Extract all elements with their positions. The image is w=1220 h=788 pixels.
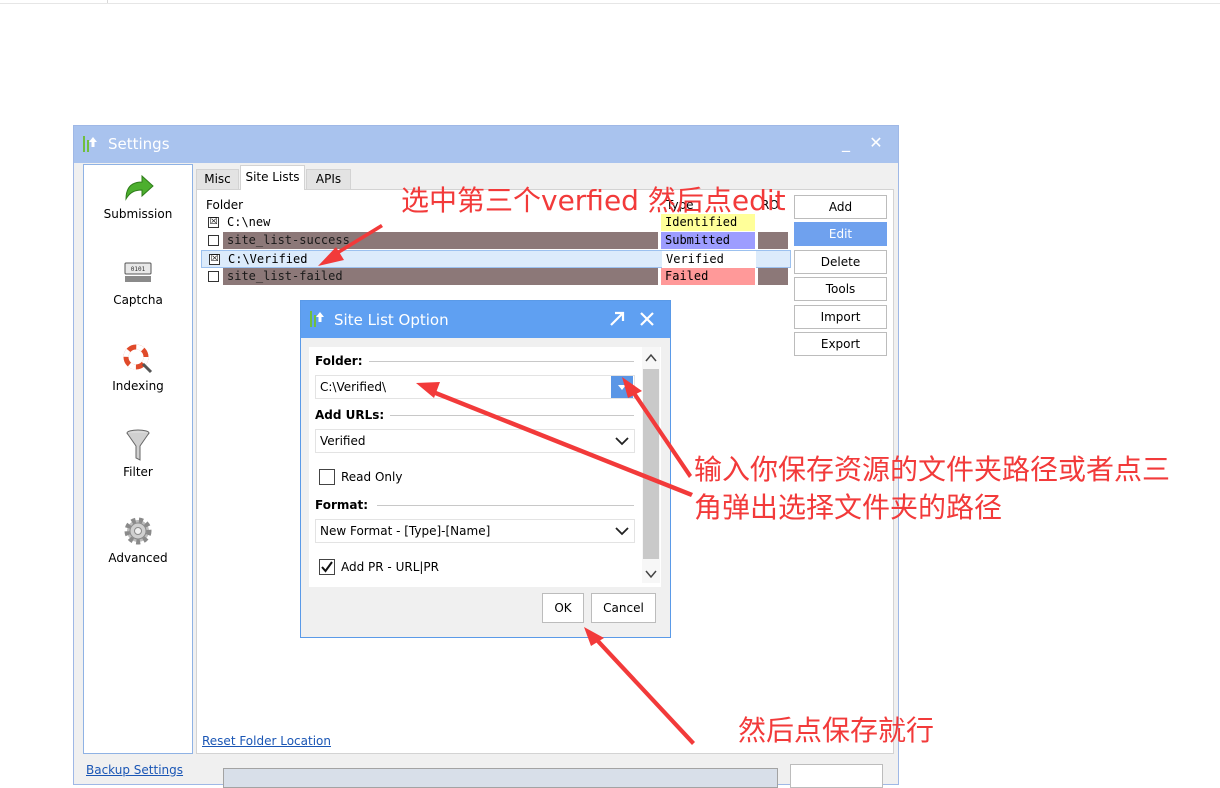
add-pr-label: Add PR - URL|PR: [341, 560, 440, 574]
format-value: New Format - [Type]-[Name]: [320, 524, 491, 538]
minimize-button[interactable]: _: [830, 130, 862, 156]
format-select[interactable]: New Format - [Type]-[Name]: [315, 519, 635, 543]
scrollbar-thumb[interactable]: [643, 369, 659, 559]
folder-cell: site_list-failed: [223, 268, 658, 285]
row-checkbox[interactable]: [208, 271, 219, 282]
settings-title: Settings: [108, 135, 170, 153]
top-border: [0, 0, 1220, 4]
delete-button[interactable]: Delete: [794, 250, 887, 274]
captcha-icon: 0101: [124, 262, 152, 282]
format-label: Format:: [315, 498, 369, 512]
submission-arrow-icon: [125, 174, 154, 201]
chevron-down-icon: [615, 527, 629, 536]
row-checkbox[interactable]: [208, 235, 219, 246]
type-cell: Submitted: [661, 232, 755, 249]
nav-label: Filter: [123, 465, 153, 479]
edit-button[interactable]: Edit: [794, 222, 887, 246]
indexing-lifebuoy-icon: [123, 344, 153, 374]
dialog-scroll-area: Folder: C:\Verified\ Add URLs: Verified …: [309, 347, 661, 587]
read-only-checkbox[interactable]: [319, 469, 335, 485]
read-only-label: Read Only: [341, 470, 403, 484]
folder-cell: site_list-success: [223, 232, 658, 249]
type-cell: Verified: [662, 251, 756, 268]
ok-button[interactable]: OK: [542, 593, 584, 623]
tab-site-lists[interactable]: Site Lists: [240, 165, 305, 190]
table-row[interactable]: site_list-failed Failed: [201, 268, 791, 286]
maximize-icon[interactable]: [602, 305, 632, 333]
table-row[interactable]: ☒ C:\Verified Verified: [201, 250, 791, 268]
nav-label: Advanced: [108, 551, 168, 565]
ro-cell: [758, 268, 788, 285]
annotation-save: 然后点保存就行: [738, 714, 935, 747]
annotation-folder-path-line2: 角弹出选择文件夹的路径: [694, 491, 1003, 524]
add-urls-label: Add URLs:: [315, 408, 385, 422]
nav-item-submission[interactable]: Submission: [84, 169, 192, 249]
scroll-up-icon[interactable]: [644, 351, 658, 365]
site-list-option-dialog: Site List Option Folder: C:\Verified\ Ad…: [300, 300, 671, 638]
folder-cell: C:\Verified: [228, 252, 308, 266]
export-button[interactable]: Export: [794, 332, 887, 356]
settings-titlebar[interactable]: Settings _ ✕: [74, 126, 898, 163]
dialog-close-icon[interactable]: [632, 305, 662, 333]
settings-sidebar: Submission 0101 Captcha Indexing Filter: [83, 164, 193, 754]
nav-item-advanced[interactable]: Advanced: [84, 513, 192, 593]
app-icon: [310, 311, 324, 327]
folder-input[interactable]: C:\Verified\: [315, 375, 635, 399]
top-divider: [107, 0, 108, 3]
cancel-button[interactable]: Cancel: [591, 593, 656, 623]
nav-label: Submission: [103, 207, 173, 221]
add-pr-checkbox[interactable]: [319, 559, 335, 575]
backup-settings-link[interactable]: Backup Settings: [86, 763, 183, 777]
scroll-down-icon[interactable]: [644, 567, 658, 581]
nav-item-indexing[interactable]: Indexing: [84, 341, 192, 421]
bottom-progress-bar: [223, 768, 778, 788]
nav-label: Indexing: [112, 379, 164, 393]
tools-button[interactable]: Tools: [794, 277, 887, 301]
chevron-down-icon: [615, 437, 629, 446]
add-button[interactable]: Add: [794, 195, 887, 219]
separator: [369, 361, 634, 362]
separator: [390, 415, 634, 416]
header-folder[interactable]: Folder: [206, 198, 243, 212]
ro-cell: [759, 251, 789, 268]
separator: [377, 505, 634, 506]
dialog-titlebar[interactable]: Site List Option: [301, 301, 670, 338]
annotation-select-verified: 选中第三个verfied 然后点edit: [401, 184, 786, 217]
app-icon: [83, 136, 97, 152]
table-row[interactable]: site_list-success Submitted: [201, 232, 791, 250]
triangle-down-icon: [618, 385, 626, 390]
ro-cell: [758, 232, 788, 249]
funnel-icon: [126, 429, 150, 461]
add-urls-select[interactable]: Verified: [315, 429, 635, 453]
checkmark-icon: [321, 561, 333, 573]
nav-label: Captcha: [113, 293, 163, 307]
close-button[interactable]: ✕: [860, 130, 892, 156]
row-checkbox[interactable]: ☒: [209, 254, 220, 265]
bottom-button[interactable]: [790, 764, 883, 788]
type-cell: Failed: [661, 268, 755, 285]
dialog-title: Site List Option: [334, 311, 449, 329]
folder-label: Folder:: [315, 354, 363, 368]
annotation-folder-path-line1: 输入你保存资源的文件夹路径或者点三: [694, 453, 1171, 486]
folder-dropdown-button[interactable]: [611, 376, 633, 398]
nav-item-captcha[interactable]: 0101 Captcha: [84, 255, 192, 335]
tab-misc[interactable]: Misc: [196, 169, 239, 189]
nav-item-filter[interactable]: Filter: [84, 427, 192, 507]
row-checkbox[interactable]: ☒: [208, 217, 219, 228]
add-urls-value: Verified: [320, 434, 366, 448]
svg-text:0101: 0101: [131, 266, 146, 273]
gear-icon: [124, 517, 152, 545]
dialog-scrollbar[interactable]: [642, 347, 660, 583]
tab-apis[interactable]: APIs: [306, 169, 351, 189]
import-button[interactable]: Import: [794, 305, 887, 329]
reset-folder-location-link[interactable]: Reset Folder Location: [202, 734, 331, 748]
